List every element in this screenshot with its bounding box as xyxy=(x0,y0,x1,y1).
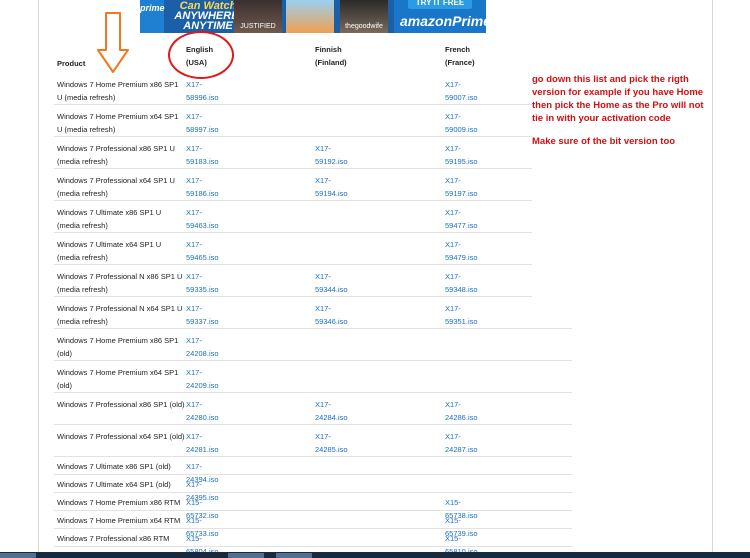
iso-link-english[interactable]: X17-59465.iso xyxy=(186,238,219,264)
prime-logo: prime xyxy=(140,0,165,33)
iso-link-french[interactable]: X17-59351.iso xyxy=(445,302,478,328)
iso-link-finnish[interactable]: X17-24284.iso xyxy=(315,398,348,424)
product-name: Windows 7 Home Premium x64 RTM xyxy=(57,516,181,525)
iso-link-english[interactable]: X17-59463.iso xyxy=(186,206,219,232)
row-divider xyxy=(54,232,532,233)
product-name: Windows 7 Professional x64 SP1 U (media … xyxy=(57,176,175,198)
iso-link-finnish[interactable]: X17-59194.iso xyxy=(315,174,348,200)
annotation-note-1: go down this list and pick the rigth ver… xyxy=(532,74,704,124)
poster-justified: JUSTIFIED xyxy=(234,0,282,33)
product-name: Windows 7 Ultimate x86 SP1 U (media refr… xyxy=(57,208,162,230)
product-name: Windows 7 Ultimate x64 SP1 U (media refr… xyxy=(57,240,162,262)
iso-link-french[interactable]: X17-24287.iso xyxy=(445,430,478,456)
row-divider xyxy=(54,136,532,137)
row-divider xyxy=(54,528,572,529)
iso-link-english[interactable]: X17-59186.iso xyxy=(186,174,219,200)
row-divider xyxy=(54,200,532,201)
row-divider xyxy=(54,474,572,475)
row-divider xyxy=(54,328,572,329)
iso-link-finnish[interactable]: X17-59346.iso xyxy=(315,302,348,328)
iso-link-english[interactable]: X17-24281.iso xyxy=(186,430,219,456)
header-finnish-label: Finnish xyxy=(315,45,342,54)
product-name: Windows 7 Home Premium x64 SP1 (old) xyxy=(57,368,179,390)
page-left-border xyxy=(38,0,39,552)
row-divider xyxy=(54,168,532,169)
iso-link-english[interactable]: X17-24280.iso xyxy=(186,398,219,424)
product-name: Windows 7 Professional x86 SP1 U (media … xyxy=(57,144,175,166)
iso-link-french[interactable]: X17-59007.iso xyxy=(445,78,478,104)
highlight-circle xyxy=(168,31,234,79)
amazon-prime-logo: amazonPrime xyxy=(400,13,486,29)
header-product: Product xyxy=(57,59,86,68)
iso-link-english[interactable]: X17-58997.iso xyxy=(186,110,219,136)
product-name: Windows 7 Professional x64 SP1 (old) xyxy=(57,432,185,441)
taskbar-item[interactable] xyxy=(0,553,36,558)
iso-link-finnish[interactable]: X17-59344.iso xyxy=(315,270,348,296)
row-divider xyxy=(54,456,572,457)
row-divider xyxy=(54,360,572,361)
annotation-note: go down this list and pick the rigth ver… xyxy=(532,73,717,158)
iso-link-english[interactable]: X17-24208.iso xyxy=(186,334,219,360)
poster-justified-title: JUSTIFIED xyxy=(240,23,276,30)
poster-good-wife-title: thegoodwife xyxy=(345,23,383,30)
header-french: French (France) xyxy=(445,43,475,69)
row-divider xyxy=(54,264,532,265)
product-name: Windows 7 Professional N x86 SP1 U (medi… xyxy=(57,272,183,294)
product-name: Windows 7 Professional x86 RTM xyxy=(57,534,170,543)
row-divider xyxy=(54,510,572,511)
header-french-label: French xyxy=(445,45,471,54)
iso-link-french[interactable]: X17-59009.iso xyxy=(445,110,478,136)
row-divider xyxy=(54,424,572,425)
iso-link-english[interactable]: X17-59337.iso xyxy=(186,302,219,328)
down-arrow-icon xyxy=(97,12,129,73)
poster-dora xyxy=(286,0,334,33)
iso-link-english[interactable]: X17-58996.iso xyxy=(186,78,219,104)
taskbar[interactable] xyxy=(0,552,750,558)
annotation-note-2: Make sure of the bit version too xyxy=(532,136,676,147)
product-name: Windows 7 Home Premium x86 SP1 (old) xyxy=(57,336,179,358)
iso-link-french[interactable]: X17-24286.iso xyxy=(445,398,478,424)
poster-good-wife: thegoodwife xyxy=(340,0,388,33)
iso-link-french[interactable]: X17-59195.iso xyxy=(445,142,478,168)
iso-link-french[interactable]: X17-59348.iso xyxy=(445,270,478,296)
header-french-region: (France) xyxy=(445,58,475,67)
iso-link-finnish[interactable]: X17-59192.iso xyxy=(315,142,348,168)
product-name: Windows 7 Ultimate x86 SP1 (old) xyxy=(57,462,171,471)
iso-link-english[interactable]: X17-59183.iso xyxy=(186,142,219,168)
row-divider xyxy=(54,104,532,105)
row-divider xyxy=(54,392,572,393)
product-name: Windows 7 Professional N x64 SP1 U (medi… xyxy=(57,304,183,326)
iso-link-english[interactable]: X17-59335.iso xyxy=(186,270,219,296)
product-name: Windows 7 Ultimate x64 SP1 (old) xyxy=(57,480,171,489)
row-divider xyxy=(54,546,572,547)
product-name: Windows 7 Home Premium x86 SP1 U (media … xyxy=(57,80,179,102)
iso-link-french[interactable]: X17-59477.iso xyxy=(445,206,478,232)
row-divider xyxy=(54,492,572,493)
header-finnish-region: (Finland) xyxy=(315,58,347,67)
iso-link-finnish[interactable]: X17-24285.iso xyxy=(315,430,348,456)
amazon-prime-banner-ad[interactable]: prime Can Watch ANYWHERE, ANYTIME JUSTIF… xyxy=(140,0,486,33)
try-it-free-button[interactable]: TRY IT FREE xyxy=(408,0,472,9)
taskbar-item[interactable] xyxy=(228,553,264,558)
product-name: Windows 7 Home Premium x86 RTM xyxy=(57,498,181,507)
banner-cta[interactable]: TRY IT FREE amazonPrime xyxy=(394,0,486,33)
row-divider xyxy=(54,296,532,297)
header-finnish: Finnish (Finland) xyxy=(315,43,347,69)
product-name: Windows 7 Professional x86 SP1 (old) xyxy=(57,400,185,409)
iso-link-french[interactable]: X17-59197.iso xyxy=(445,174,478,200)
taskbar-item[interactable] xyxy=(276,553,312,558)
iso-link-english[interactable]: X17-24209.iso xyxy=(186,366,219,392)
product-name: Windows 7 Home Premium x64 SP1 U (media … xyxy=(57,112,179,134)
iso-link-french[interactable]: X17-59479.iso xyxy=(445,238,478,264)
